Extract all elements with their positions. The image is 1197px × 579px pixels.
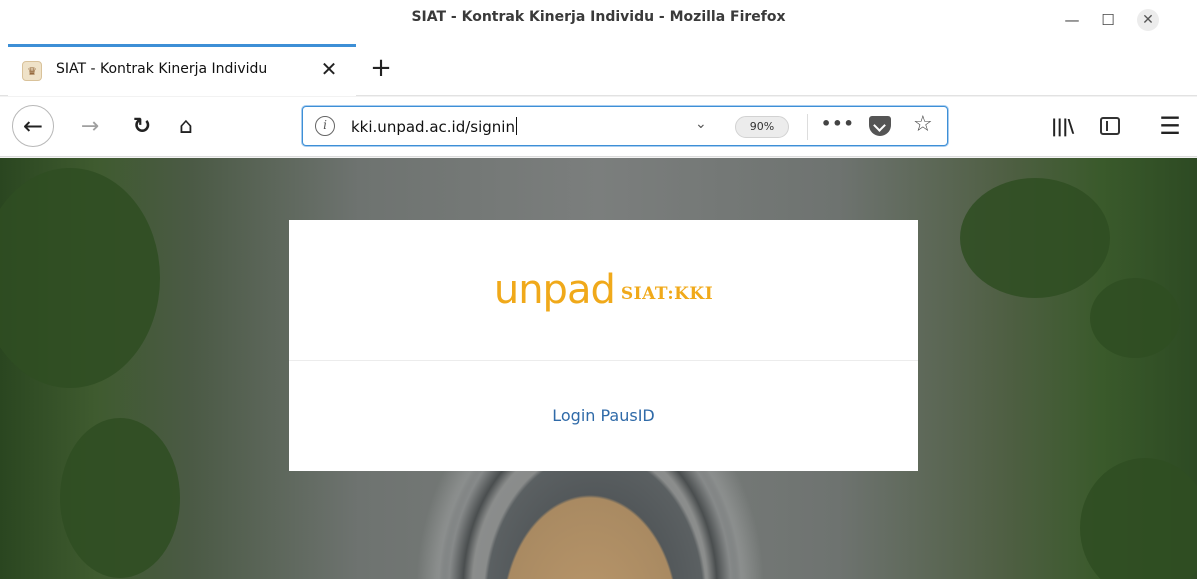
new-tab-icon[interactable]: + <box>365 53 397 85</box>
tab-active[interactable]: ♛ SIAT - Kontrak Kinerja Individu ✕ <box>8 44 356 96</box>
unpad-favicon-icon: ♛ <box>22 61 42 81</box>
url-input[interactable]: kki.unpad.ac.id/signin <box>351 117 517 136</box>
tree-foliage <box>1090 278 1180 358</box>
bookmark-star-icon[interactable]: ☆ <box>913 112 933 137</box>
tab-accent <box>8 44 356 47</box>
menu-icon[interactable]: ☰ <box>1152 108 1188 144</box>
tree-foliage <box>0 168 160 388</box>
url-text: kki.unpad.ac.id/signin <box>351 118 515 136</box>
logo-unpad: unpad <box>493 267 616 313</box>
navigation-toolbar: ← → ↻ ⌂ i kki.unpad.ac.id/signin ⌄ 90% •… <box>0 97 1197 157</box>
logo-product: SIAT:KKI <box>620 284 714 304</box>
url-separator <box>807 114 808 140</box>
zoom-badge[interactable]: 90% <box>735 116 789 138</box>
more-icon[interactable]: ••• <box>821 114 855 133</box>
login-card: unpad SIAT:KKI Login PausID <box>289 220 918 471</box>
pocket-icon[interactable] <box>869 116 891 136</box>
siat-logo: unpad SIAT:KKI <box>289 260 918 320</box>
login-pausid-link[interactable]: Login PausID <box>289 406 918 425</box>
home-icon[interactable]: ⌂ <box>168 108 204 144</box>
tree-foliage <box>1080 458 1197 579</box>
tab-close-icon[interactable]: ✕ <box>317 57 341 81</box>
tree-foliage <box>60 418 180 578</box>
dropdown-icon[interactable]: ⌄ <box>695 116 707 132</box>
tab-strip: ♛ SIAT - Kontrak Kinerja Individu ✕ + <box>0 44 1197 96</box>
page-background: unpad SIAT:KKI Login PausID <box>0 158 1197 579</box>
library-icon[interactable]: |||\ <box>1044 108 1080 144</box>
url-bar[interactable]: i kki.unpad.ac.id/signin ⌄ 90% ••• ☆ <box>302 106 948 146</box>
maximize-icon[interactable]: ☐ <box>1094 8 1122 32</box>
tab-title: SIAT - Kontrak Kinerja Individu <box>56 61 268 77</box>
text-caret <box>515 117 517 135</box>
back-icon[interactable]: ← <box>12 105 54 147</box>
forward-icon[interactable]: → <box>72 108 108 144</box>
tree-foliage <box>960 178 1110 298</box>
card-divider <box>289 360 918 361</box>
window-title: SIAT - Kontrak Kinerja Individu - Mozill… <box>411 9 786 25</box>
window-titlebar: SIAT - Kontrak Kinerja Individu - Mozill… <box>0 0 1197 44</box>
sidebar-icon[interactable] <box>1092 108 1128 144</box>
minimize-icon[interactable]: — <box>1058 8 1086 32</box>
close-icon[interactable]: ✕ <box>1134 8 1162 32</box>
info-icon[interactable]: i <box>315 116 335 136</box>
reload-icon[interactable]: ↻ <box>124 108 160 144</box>
